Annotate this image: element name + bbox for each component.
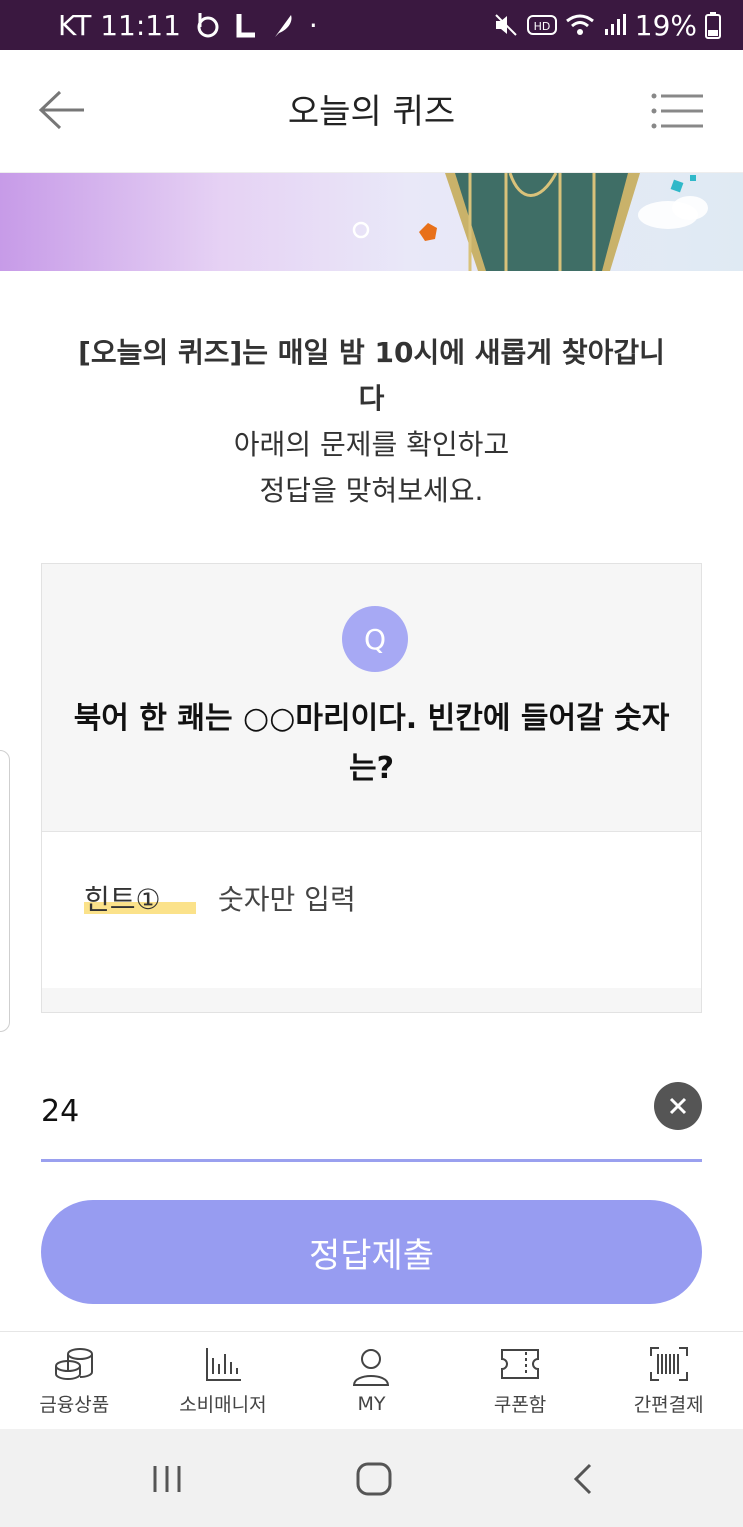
tab-coupons[interactable]: 쿠폰함: [446, 1332, 595, 1429]
recent-apps-icon: [153, 1466, 181, 1492]
app-header: 오늘의 퀴즈: [0, 50, 743, 173]
system-navigation-bar: [0, 1429, 743, 1527]
bar-chart-icon: [205, 1348, 241, 1381]
tab-easy-payment[interactable]: 간편결제: [594, 1332, 743, 1429]
hamburger-menu-icon: [651, 93, 703, 129]
answer-input[interactable]: [41, 1086, 631, 1136]
tab-financial-products[interactable]: 금융상품: [0, 1332, 149, 1429]
menu-button[interactable]: [651, 92, 703, 130]
tab-label: 소비매니저: [179, 1394, 267, 1416]
question-text: 북어 한 쾌는 ○○마리이다. 빈칸에 들어갈 숫자는?: [73, 701, 670, 786]
barcode-icon: [649, 1347, 688, 1381]
page-title: 오늘의 퀴즈: [287, 92, 456, 132]
question-section: Q 북어 한 쾌는 ○○마리이다. 빈칸에 들어갈 숫자는?: [42, 564, 701, 832]
intro-line-3: 아래의 문제를 확인하고: [233, 428, 510, 461]
chevron-left-icon: [573, 1463, 592, 1495]
person-icon: [353, 1348, 390, 1386]
hint-text: 숫자만 입력: [218, 883, 356, 916]
close-icon: [669, 1097, 687, 1115]
home-button[interactable]: [344, 1457, 404, 1501]
tab-label: 간편결제: [633, 1394, 704, 1416]
status-bar: KT 11:11 · HD 19%: [0, 0, 743, 50]
answer-field: [41, 1080, 702, 1162]
quiz-card: Q 북어 한 쾌는 ○○마리이다. 빈칸에 들어갈 숫자는? 힌트① 숫자만 입…: [41, 563, 702, 1013]
system-back-button[interactable]: [554, 1457, 614, 1501]
clear-input-button[interactable]: [654, 1082, 702, 1130]
app-notification-b-icon: [195, 11, 221, 39]
recent-apps-button[interactable]: [137, 1457, 197, 1501]
promo-banner[interactable]: [0, 173, 743, 271]
intro-line-1: [오늘의 퀴즈]는 매일 밤 10시에 새롭게 찾아갑니: [78, 336, 665, 369]
tab-label: 금융상품: [39, 1394, 110, 1416]
banner-illustration: [352, 173, 708, 271]
carrier-time: KT 11:11: [58, 8, 181, 42]
home-icon: [356, 1462, 392, 1496]
coins-icon: [55, 1348, 94, 1381]
notification-dot: ·: [308, 8, 318, 42]
tab-label: 쿠폰함: [493, 1394, 547, 1416]
intro-text: [오늘의 퀴즈]는 매일 밤 10시에 새롭게 찾아갑니 다 아래의 문제를 확…: [40, 330, 703, 514]
feather-icon: [271, 11, 295, 39]
side-drawer-handle[interactable]: [0, 750, 10, 1032]
signal-icon: [603, 13, 627, 37]
hd-icon: HD: [526, 14, 557, 36]
hint-label-text: 힌트①: [84, 883, 161, 916]
intro-line-2: 다: [358, 382, 385, 415]
bottom-tab-bar: 금융상품 소비매니저 MY 쿠폰함 간편결제: [0, 1331, 743, 1429]
intro-line-4: 정답을 맞혀보세요.: [259, 474, 484, 507]
mute-icon: [493, 12, 519, 38]
svg-text:HD: HD: [533, 20, 550, 33]
wifi-icon: [565, 13, 595, 37]
tab-spending-manager[interactable]: 소비매니저: [149, 1332, 298, 1429]
app-notification-l-icon: [235, 11, 257, 39]
tab-my[interactable]: MY: [297, 1332, 446, 1429]
battery-level: 19%: [634, 8, 697, 42]
tab-label: MY: [357, 1392, 386, 1415]
hint-label: 힌트①: [84, 878, 196, 918]
card-footer-strip: [42, 988, 701, 1012]
submit-answer-button[interactable]: 정답제출: [41, 1200, 702, 1304]
battery-icon: [705, 11, 721, 39]
ticket-icon: [501, 1349, 540, 1379]
question-badge: Q: [342, 606, 408, 672]
hint-section: 힌트① 숫자만 입력: [42, 832, 701, 988]
